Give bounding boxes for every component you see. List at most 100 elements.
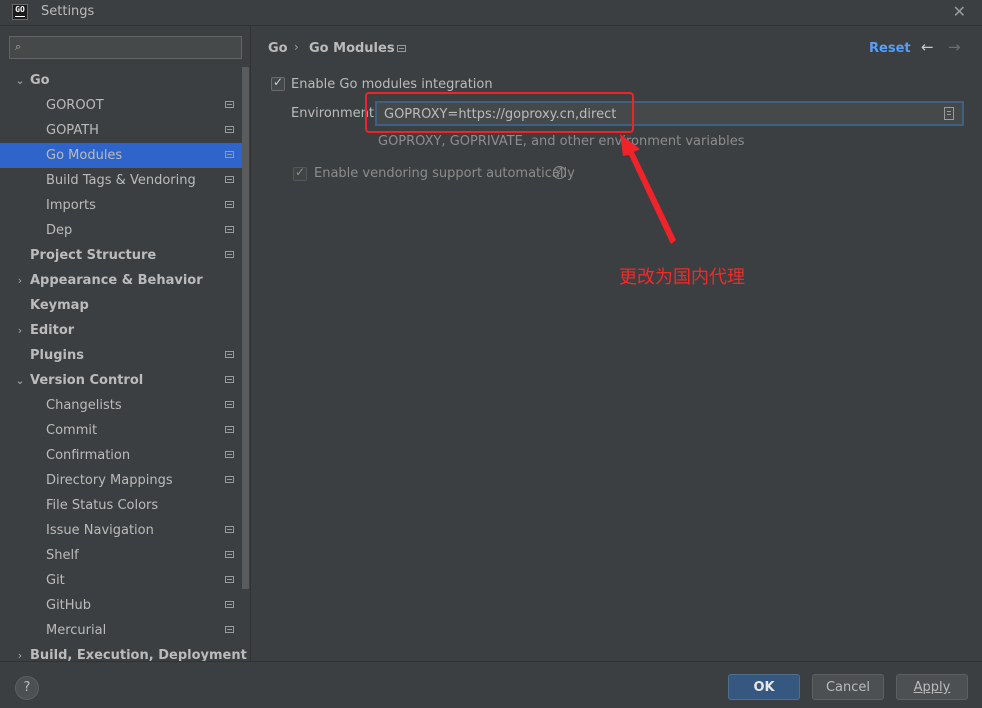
chevron-down-icon[interactable]: ⌄: [14, 368, 26, 393]
sidebar-item-label: Go Modules: [46, 148, 123, 163]
sidebar-item-label: File Status Colors: [46, 498, 159, 513]
project-level-icon: [225, 101, 234, 108]
enable-modules-label[interactable]: Enable Go modules integration: [291, 77, 493, 92]
sidebar-item-github[interactable]: GitHub: [0, 593, 250, 618]
search-input[interactable]: [34, 39, 238, 58]
environment-label: Environment: [291, 106, 375, 121]
annotation-text: 更改为国内代理: [619, 267, 745, 288]
sidebar-item-label: GOROOT: [46, 98, 104, 113]
goland-logo-icon: GO: [12, 4, 28, 20]
help-button[interactable]: ?: [15, 676, 39, 700]
project-level-icon: [225, 551, 234, 558]
sidebar-item-label: Commit: [46, 423, 98, 438]
project-level-icon: [225, 201, 234, 208]
sidebar-item-label: Go: [30, 73, 50, 88]
sidebar-item-appearance-behavior[interactable]: › Appearance & Behavior: [0, 268, 250, 293]
sidebar-item-git[interactable]: Git: [0, 568, 250, 593]
page-title: Go Modules: [309, 41, 395, 56]
project-level-icon: [225, 151, 234, 158]
help-question-icon[interactable]: ?: [553, 166, 566, 179]
sidebar-item-label: Project Structure: [30, 248, 157, 263]
sidebar-item-label: Build Tags & Vendoring: [46, 173, 196, 188]
sidebar-item-project-structure[interactable]: Project Structure: [0, 243, 250, 268]
enable-modules-checkbox[interactable]: [271, 75, 285, 91]
sidebar-item-label: Editor: [30, 323, 75, 338]
annotation-highlight-box: [365, 92, 634, 133]
project-level-icon: [397, 45, 406, 52]
title-bar: GO Settings ✕: [0, 0, 982, 26]
close-icon[interactable]: ✕: [953, 2, 966, 21]
sidebar-item-mercurial[interactable]: Mercurial: [0, 618, 250, 643]
vendoring-label: Enable vendoring support automatically: [314, 166, 575, 181]
sidebar-item-changelists[interactable]: Changelists: [0, 393, 250, 418]
sidebar-item-label: Git: [46, 573, 65, 588]
browse-document-icon[interactable]: [944, 107, 954, 120]
sidebar-item-label: Changelists: [46, 398, 122, 413]
sidebar-item-issue-navigation[interactable]: Issue Navigation: [0, 518, 250, 543]
sidebar-item-label: Dep: [46, 223, 73, 238]
sidebar-item-gopath[interactable]: GOPATH: [0, 118, 250, 143]
sidebar-item-keymap[interactable]: Keymap: [0, 293, 250, 318]
project-level-icon: [225, 176, 234, 183]
sidebar-item-dep[interactable]: Dep: [0, 218, 250, 243]
settings-search[interactable]: ⌕: [9, 36, 242, 59]
sidebar-item-commit[interactable]: Commit: [0, 418, 250, 443]
sidebar-item-label: Directory Mappings: [46, 473, 173, 488]
back-arrow-icon[interactable]: ←: [921, 38, 934, 56]
sidebar-item-label: Mercurial: [46, 623, 107, 638]
chevron-down-icon[interactable]: ⌄: [14, 68, 26, 93]
chevron-right-icon[interactable]: ›: [14, 268, 26, 293]
sidebar-item-label: Appearance & Behavior: [30, 273, 203, 288]
sidebar-item-build-execution-deployment[interactable]: › Build, Execution, Deployment: [0, 643, 250, 661]
environment-hint: GOPROXY, GOPRIVATE, and other environmen…: [378, 134, 745, 149]
sidebar-item-label: Build, Execution, Deployment: [30, 648, 247, 661]
project-level-icon: [225, 426, 234, 433]
sidebar-item-version-control[interactable]: ⌄ Version Control: [0, 368, 250, 393]
sidebar-item-label: Keymap: [30, 298, 89, 313]
sidebar-item-imports[interactable]: Imports: [0, 193, 250, 218]
project-level-icon: [225, 576, 234, 583]
project-level-icon: [225, 126, 234, 133]
sidebar-item-label: Plugins: [30, 348, 84, 363]
cancel-button[interactable]: Cancel: [812, 674, 884, 700]
sidebar-item-label: Imports: [46, 198, 96, 213]
search-icon: ⌕: [15, 40, 22, 53]
sidebar-item-build-tags-vendoring[interactable]: Build Tags & Vendoring: [0, 168, 250, 193]
sidebar-item-directory-mappings[interactable]: Directory Mappings: [0, 468, 250, 493]
project-level-icon: [225, 351, 234, 358]
chevron-right-icon[interactable]: ›: [14, 318, 26, 343]
sidebar-item-goroot[interactable]: GOROOT: [0, 93, 250, 118]
sidebar-item-label: Confirmation: [46, 448, 131, 463]
project-level-icon: [225, 451, 234, 458]
breadcrumb-root[interactable]: Go: [268, 41, 288, 56]
project-level-icon: [225, 401, 234, 408]
reset-link[interactable]: Reset: [869, 41, 911, 56]
ok-button[interactable]: OK: [728, 674, 800, 700]
sidebar-item-go-modules[interactable]: Go Modules: [0, 143, 249, 168]
sidebar-scrollbar[interactable]: [242, 67, 249, 589]
sidebar-item-label: GitHub: [46, 598, 92, 613]
sidebar-item-editor[interactable]: › Editor: [0, 318, 250, 343]
sidebar-item-shelf[interactable]: Shelf: [0, 543, 250, 568]
breadcrumb-separator-icon: ›: [294, 40, 299, 54]
project-level-icon: [225, 476, 234, 483]
vendoring-checkbox[interactable]: [293, 165, 307, 181]
project-level-icon: [225, 226, 234, 233]
settings-sidebar: ⌕ ⌄ Go GOROOT GOPATH Go Modules Build Tags & …: [0, 26, 250, 661]
sidebar-item-go[interactable]: ⌄ Go: [0, 68, 250, 93]
project-level-icon: [225, 526, 234, 533]
sidebar-item-label: Shelf: [46, 548, 79, 563]
project-level-icon: [225, 626, 234, 633]
apply-button[interactable]: Apply: [896, 674, 968, 700]
sidebar-item-label: GOPATH: [46, 123, 99, 138]
sidebar-item-label: Version Control: [30, 373, 144, 388]
project-level-icon: [225, 251, 234, 258]
forward-arrow-icon[interactable]: →: [948, 38, 961, 56]
sidebar-item-label: Issue Navigation: [46, 523, 154, 538]
sidebar-item-confirmation[interactable]: Confirmation: [0, 443, 250, 468]
chevron-right-icon[interactable]: ›: [14, 643, 26, 661]
sidebar-item-plugins[interactable]: Plugins: [0, 343, 250, 368]
sidebar-item-file-status-colors[interactable]: File Status Colors: [0, 493, 250, 518]
project-level-icon: [225, 376, 234, 383]
window-title: Settings: [41, 4, 95, 19]
